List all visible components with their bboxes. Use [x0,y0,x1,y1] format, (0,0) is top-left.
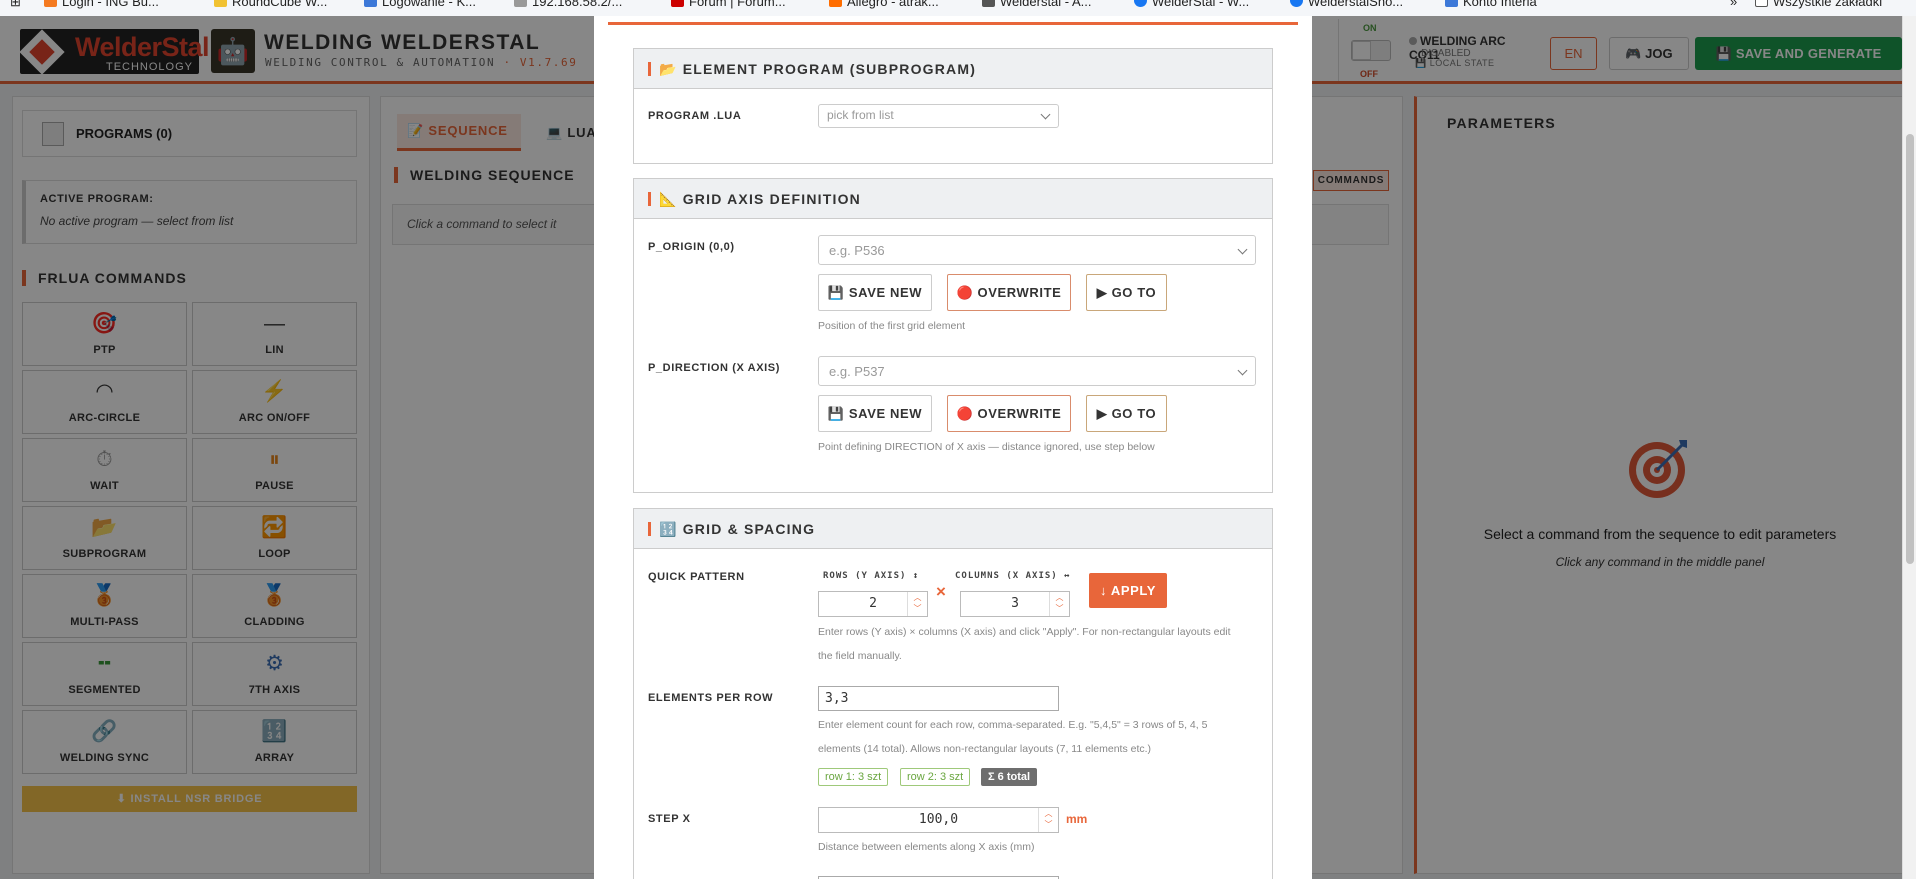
bookmarks-bar: ⊞ Login - ING Bu... RoundCube W... Logow… [0,0,1916,16]
columns-input[interactable]: 3 ︿ ﹀ [960,591,1070,617]
bookmark-favicon-icon [829,0,842,7]
quick-pattern-label: QUICK PATTERN [648,571,745,583]
section-header: 📐 GRID AXIS DEFINITION [634,179,1272,219]
row-2-chip: row 2: 3 szt [900,768,971,786]
step-x-label: STEP X [648,813,691,825]
bookmark-item[interactable]: Konto Interia [1445,0,1537,9]
bookmarks-overflow-icon[interactable]: » [1730,0,1737,9]
section-accent-bar [648,522,651,536]
origin-hint: Position of the first grid element [818,320,966,332]
bookmark-favicon-icon [671,0,684,7]
bookmark-favicon-icon [1134,0,1147,7]
epr-hint-continued: elements (14 total). Allows non-rectangu… [818,743,1152,755]
p-origin-label: P_ORIGIN (0,0) [648,241,735,253]
direction-hint: Point defining DIRECTION of X axis — dis… [818,441,1155,453]
section-header: 📂 ELEMENT PROGRAM (SUBPROGRAM) [634,49,1272,89]
origin-save-new-button[interactable]: 💾 SAVE NEW [818,274,932,311]
bookmark-favicon-icon [514,0,527,7]
elements-per-row-input[interactable]: 3,3 [818,686,1059,711]
program-lua-select[interactable]: pick from list [818,104,1059,128]
elements-per-row-label: ELEMENTS PER ROW [648,692,774,704]
scrollbar-thumb[interactable] [1906,134,1914,564]
step-x-stepper[interactable]: ︿ ﹀ [1038,808,1058,832]
rows-input[interactable]: 2 ︿ ﹀ [818,591,928,617]
bookmark-favicon-icon [364,0,377,7]
rows-label: ROWS (Y AXIS) ↕ [823,571,920,581]
bookmark-item[interactable]: Forum | Forum... [671,0,786,9]
bookmark-item[interactable]: Welderstal - A... [982,0,1092,9]
apply-button[interactable]: ↓ APPLY [1089,573,1167,608]
bookmark-favicon-icon [214,0,227,7]
direction-save-new-button[interactable]: 💾 SAVE NEW [818,395,932,432]
bookmark-item[interactable]: RoundCube W... [214,0,327,9]
p-direction-select[interactable]: e.g. P537 [818,356,1256,386]
chevron-down-icon [1237,365,1248,376]
chevron-down-icon [1237,244,1248,255]
pattern-hint-continued: the field manually. [818,650,902,662]
step-x-hint: Distance between elements along X axis (… [818,841,1035,853]
bookmark-item[interactable]: Login - ING Bu... [44,0,159,9]
bookmark-favicon-icon [982,0,995,7]
step-x-input[interactable]: 100,0 ︿ ﹀ [818,807,1059,833]
bookmark-item[interactable]: Allegro - atrak... [829,0,939,9]
apps-grid-icon[interactable]: ⊞ [10,0,21,10]
p-origin-select[interactable]: e.g. P536 [818,235,1256,265]
total-chip: Σ 6 total [981,768,1038,786]
pattern-hint: Enter rows (Y axis) × columns (X axis) a… [818,626,1231,638]
columns-stepper[interactable]: ︿ ﹀ [1049,592,1069,616]
p-direction-label: P_DIRECTION (X AXIS) [648,362,780,374]
bookmark-favicon-icon [1445,0,1458,7]
origin-goto-button[interactable]: ▶ GO TO [1086,274,1167,311]
program-lua-label: PROGRAM .LUA [648,110,742,122]
chevron-down-icon [1040,109,1051,120]
modal-top-accent [608,22,1298,25]
row-1-chip: row 1: 3 szt [818,768,889,786]
page-scrollbar[interactable] [1902,16,1916,879]
direction-goto-button[interactable]: ▶ GO TO [1086,395,1167,432]
step-x-unit: mm [1066,812,1088,826]
bookmark-favicon-icon [44,0,57,7]
rows-stepper[interactable]: ︿ ﹀ [907,592,927,616]
section-accent-bar [648,192,651,206]
folder-icon [1755,0,1768,7]
direction-overwrite-button[interactable]: 🔴 OVERWRITE [947,395,1071,432]
bookmark-item[interactable]: Wszystkie zakładki [1755,0,1882,9]
bookmark-item[interactable]: 192.168.58.2/... [514,0,622,9]
columns-label: COLUMNS (X AXIS) ↔ [955,571,1071,581]
bookmark-favicon-icon [1290,0,1303,7]
section-accent-bar [648,62,651,76]
epr-hint: Enter element count for each row, comma-… [818,719,1208,731]
bookmark-item[interactable]: Logowanie - K... [364,0,476,9]
bookmark-item[interactable]: WelderstalSho... [1290,0,1403,9]
bookmark-item[interactable]: WelderStal - W... [1134,0,1249,9]
times-icon: × [936,582,946,601]
section-header: 🔢 GRID & SPACING [634,509,1272,549]
origin-overwrite-button[interactable]: 🔴 OVERWRITE [947,274,1071,311]
